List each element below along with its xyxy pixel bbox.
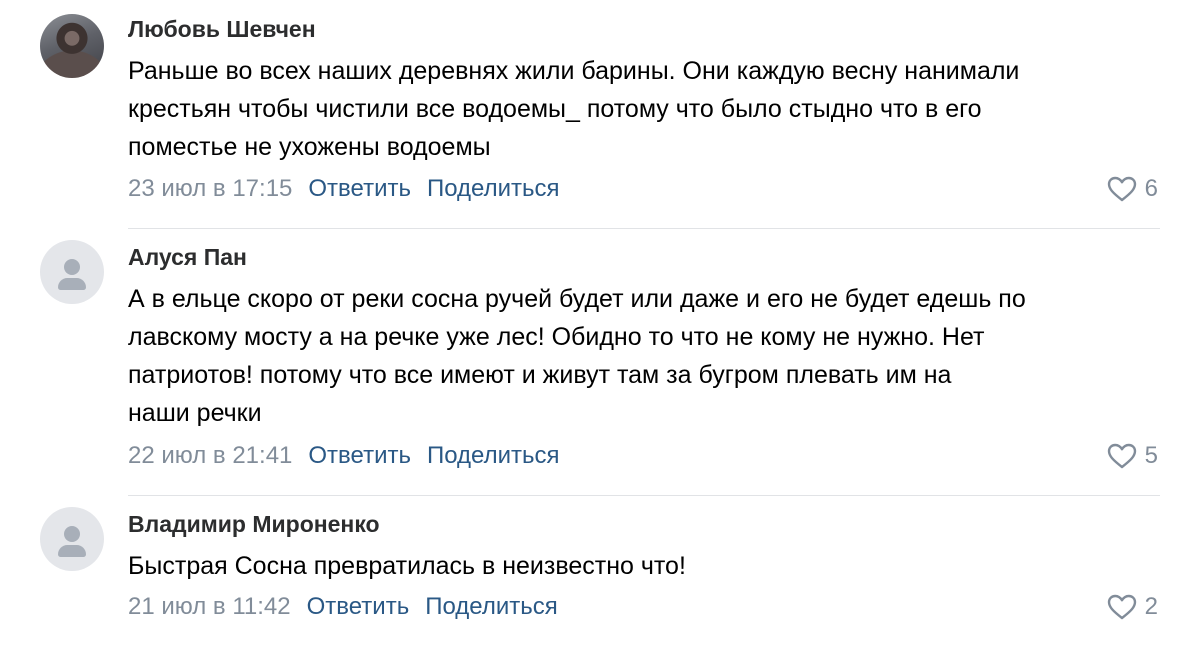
like-count: 6 <box>1144 175 1158 202</box>
heart-outline-icon <box>1107 443 1137 469</box>
comment-meta: 22 июл в 21:41 Ответить Поделиться <box>128 442 560 470</box>
comment-date[interactable]: 22 июл в 21:41 <box>128 442 292 470</box>
comment-text: А в ельце скоро от реки сосна ручей буде… <box>128 285 1026 427</box>
comment-date[interactable]: 23 июл в 17:15 <box>128 175 292 203</box>
avatar[interactable] <box>40 240 104 304</box>
user-placeholder-icon <box>64 259 80 275</box>
like-count: 2 <box>1144 593 1158 620</box>
comments-list: Любовь Шевчен Раньше во всех наших дерев… <box>0 0 1200 663</box>
heart-outline-icon <box>1107 176 1137 202</box>
comment-date[interactable]: 21 июл в 11:42 <box>128 593 291 621</box>
reply-button[interactable]: Ответить <box>307 593 410 621</box>
like-button[interactable]: 5 <box>1107 442 1158 470</box>
heart-outline-icon <box>1107 594 1137 620</box>
comment-meta: 21 июл в 11:42 Ответить Поделиться <box>128 593 558 621</box>
comment-item: Алуся Пан А в ельце скоро от реки сосна … <box>0 228 1200 495</box>
share-button[interactable]: Поделиться <box>425 593 558 621</box>
reply-button[interactable]: Ответить <box>308 175 411 203</box>
comment-author[interactable]: Любовь Шевчен <box>128 16 316 43</box>
comment-text: Быстрая Сосна превратилась в неизвестно … <box>128 552 686 580</box>
avatar[interactable] <box>40 507 104 571</box>
like-count: 5 <box>1144 442 1158 469</box>
comment-author[interactable]: Алуся Пан <box>128 244 247 271</box>
avatar[interactable] <box>40 14 104 78</box>
like-button[interactable]: 2 <box>1107 593 1158 621</box>
comment-text: Раньше во всех наших деревнях жили барин… <box>128 57 1020 161</box>
comment-item: Владимир Мироненко Быстрая Сосна преврат… <box>0 495 1200 663</box>
share-button[interactable]: Поделиться <box>427 175 560 203</box>
reply-button[interactable]: Ответить <box>308 442 411 470</box>
user-placeholder-icon <box>64 526 80 542</box>
comment-item: Любовь Шевчен Раньше во всех наших дерев… <box>0 0 1200 228</box>
like-button[interactable]: 6 <box>1107 175 1158 203</box>
comment-author[interactable]: Владимир Мироненко <box>128 511 380 538</box>
share-button[interactable]: Поделиться <box>427 442 560 470</box>
comment-meta: 23 июл в 17:15 Ответить Поделиться <box>128 175 560 203</box>
